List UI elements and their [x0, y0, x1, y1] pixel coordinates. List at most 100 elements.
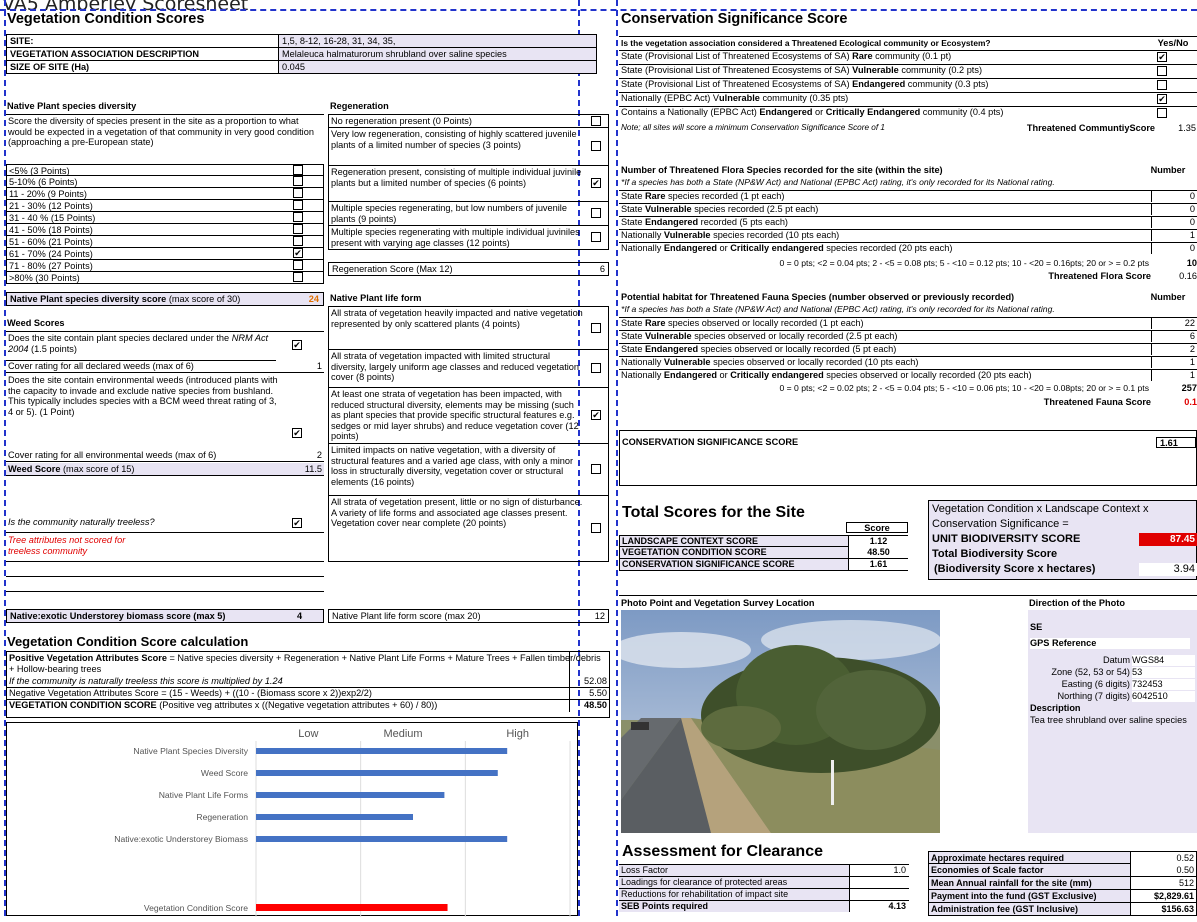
totals-row: VEGETATION CONDITION SCORE 48.50	[619, 547, 908, 559]
lifeform-option-checkbox[interactable]	[591, 323, 601, 333]
native-option: 41 - 50% (18 Points)	[6, 224, 324, 236]
native-option-label: >80% (30 Points)	[9, 273, 80, 283]
row-value[interactable]: 0	[1151, 243, 1195, 254]
lifeform-option-label: All strata of vegetation present, little…	[331, 497, 583, 529]
weed-env-checkbox[interactable]: ✔	[292, 428, 302, 438]
flora-score-value: 0.16	[1179, 271, 1197, 281]
regen-option-checkbox[interactable]	[591, 141, 601, 151]
gps-head: GPS Reference	[1030, 638, 1190, 649]
yesno-checkbox[interactable]	[1157, 108, 1167, 118]
rule	[6, 532, 324, 533]
chart-category-label: Native:exotic Understorey Biomass	[114, 834, 248, 844]
site-value[interactable]: 1,5, 8-12, 16-28, 31, 34, 35,	[278, 34, 597, 48]
photo-dir-value[interactable]: SE	[1030, 622, 1190, 633]
row-value[interactable]: 2	[1151, 344, 1195, 355]
biomass-value: 4	[297, 611, 303, 621]
weed-cover1-value[interactable]: 1	[317, 361, 322, 372]
zone-value[interactable]: 53	[1132, 667, 1195, 678]
row-text: State Vulnerable species recorded (2.5 p…	[621, 204, 818, 215]
cons-yesno-head: Yes/No	[1157, 38, 1189, 48]
row-value[interactable]: 1	[1151, 230, 1195, 241]
clear-row-value[interactable]: 4.13	[849, 901, 909, 912]
row-value[interactable]: 0	[1151, 217, 1195, 228]
row-text: Nationally Vulnerable species observed o…	[621, 357, 918, 368]
native-option-label: 5-10% (6 Points)	[9, 177, 78, 187]
size-value[interactable]: 0.045	[278, 60, 597, 74]
datum-value[interactable]: WGS84	[1132, 655, 1195, 666]
regen-option-label: Multiple species regenerating, but low n…	[331, 203, 567, 224]
lifeform-option: All strata of vegetation heavily impacte…	[328, 306, 609, 350]
row-text-part: Nationally	[621, 243, 664, 253]
native-option-checkbox[interactable]	[293, 176, 303, 186]
row-text-part: community (0.4 pts)	[920, 107, 1004, 117]
native-option-checkbox[interactable]	[293, 188, 303, 198]
yesno-checkbox[interactable]: ✔	[1157, 94, 1167, 104]
row-value[interactable]: 0	[1151, 191, 1195, 202]
totals-row-label: LANDSCAPE CONTEXT SCORE	[622, 536, 759, 546]
totals-title: Total Scores for the Site	[622, 504, 805, 522]
native-option-checkbox[interactable]	[293, 212, 303, 222]
regen-option-checkbox[interactable]	[591, 232, 601, 242]
row-text-part: species observed or locally recorded (2.…	[691, 331, 898, 341]
description-value[interactable]: Tea tree shrubland over saline species	[1030, 715, 1190, 739]
clear-row: Loadings for clearance of protected area…	[619, 876, 909, 888]
regen-option-checkbox[interactable]	[591, 208, 601, 218]
lifeform-option-checkbox[interactable]	[591, 363, 601, 373]
treeless-checkbox[interactable]: ✔	[292, 518, 302, 528]
weed-declared-checkbox[interactable]: ✔	[292, 340, 302, 350]
native-option-checkbox[interactable]	[293, 200, 303, 210]
row-text-part: Contains a Nationally (EPBC Act)	[621, 107, 760, 117]
native-option-checkbox[interactable]	[293, 236, 303, 246]
calc-vcs-desc: (Positive veg attributes x ((Negative ve…	[156, 700, 438, 710]
row-value[interactable]: 0	[1151, 204, 1195, 215]
regen-option-checkbox[interactable]: ✔	[591, 178, 601, 188]
native-option-label: 41 - 50% (18 Points)	[9, 225, 93, 235]
lifeform-option-checkbox[interactable]	[591, 464, 601, 474]
row-value[interactable]: 6	[1151, 331, 1195, 342]
rows-row: State (Provisional List of Threatened Ec…	[619, 78, 1197, 90]
row-value[interactable]: 1	[1151, 357, 1195, 368]
lifeform-option-checkbox[interactable]: ✔	[591, 410, 601, 420]
chart-category-label: Native Plant Life Forms	[159, 790, 248, 800]
row-value[interactable]: 1	[1151, 370, 1195, 381]
flora-formula: 0 = 0 pts; <2 = 0.04 pts; 2 - <5 = 0.08 …	[779, 258, 1149, 268]
calc-pos-note: If the community is naturally treeless t…	[9, 676, 283, 686]
flora-row: State Endangered recorded (5 pts each) 0	[619, 216, 1197, 228]
clear-row-value[interactable]	[849, 889, 909, 900]
yesno-checkbox[interactable]: ✔	[1157, 52, 1167, 62]
tc-value: 1.35	[1178, 123, 1196, 133]
lifeform-option-label: At least one strata of vegetation has be…	[331, 389, 579, 442]
row-text-part: Endangered	[663, 243, 717, 253]
native-option-checkbox[interactable]	[293, 260, 303, 270]
assoc-value[interactable]: Melaleuca halmaturorum shrubland over sa…	[278, 47, 597, 61]
row-value[interactable]: 22	[1151, 318, 1195, 329]
weed-cover2-label: Cover rating for all environmental weeds…	[8, 450, 217, 460]
row-text-part: or	[812, 107, 826, 117]
native-option-checkbox[interactable]	[293, 224, 303, 234]
native-option: 5-10% (6 Points)	[6, 176, 324, 188]
regen-option-checkbox[interactable]	[591, 116, 601, 126]
native-option-checkbox[interactable]: ✔	[293, 248, 303, 258]
native-option-checkbox[interactable]	[293, 165, 303, 175]
yesno-checkbox[interactable]	[1157, 80, 1167, 90]
lifeform-option: All strata of vegetation impacted with l…	[328, 350, 609, 388]
regen-option-label: Very low regeneration, consisting of hig…	[331, 129, 577, 150]
clear-row-value[interactable]: 1.0	[849, 865, 909, 876]
native-option-checkbox[interactable]	[293, 272, 303, 282]
fauna-row: Nationally Endangered or Critically enda…	[619, 369, 1197, 381]
lifeform-option-checkbox[interactable]	[591, 523, 601, 533]
clear-row-value[interactable]	[849, 877, 909, 888]
native-option: >80% (30 Points)	[6, 272, 324, 284]
fauna-row: State Endangered species observed or loc…	[619, 343, 1197, 355]
clear-right-value: $2,829.61	[1130, 890, 1196, 902]
clear-right-label: Mean Annual rainfall for the site (mm)	[931, 878, 1092, 888]
northing-value[interactable]: 6042510	[1132, 691, 1195, 702]
native-score-max: (max score of 30)	[166, 294, 241, 304]
yesno-checkbox[interactable]	[1157, 66, 1167, 76]
weed-cover2-value[interactable]: 2	[317, 450, 322, 461]
css-label: CONSERVATION SIGNIFICANCE SCORE	[622, 437, 799, 447]
flora-total: 10	[1186, 258, 1197, 268]
easting-value[interactable]: 732453	[1132, 679, 1195, 690]
fauna-formula: 0 = 0 pts; <2 = 0.02 pts; 2 - <5 = 0.04 …	[779, 383, 1149, 393]
photo-info-panel: SE GPS Reference Datum WGS84 Zone (52, 5…	[1028, 610, 1197, 833]
